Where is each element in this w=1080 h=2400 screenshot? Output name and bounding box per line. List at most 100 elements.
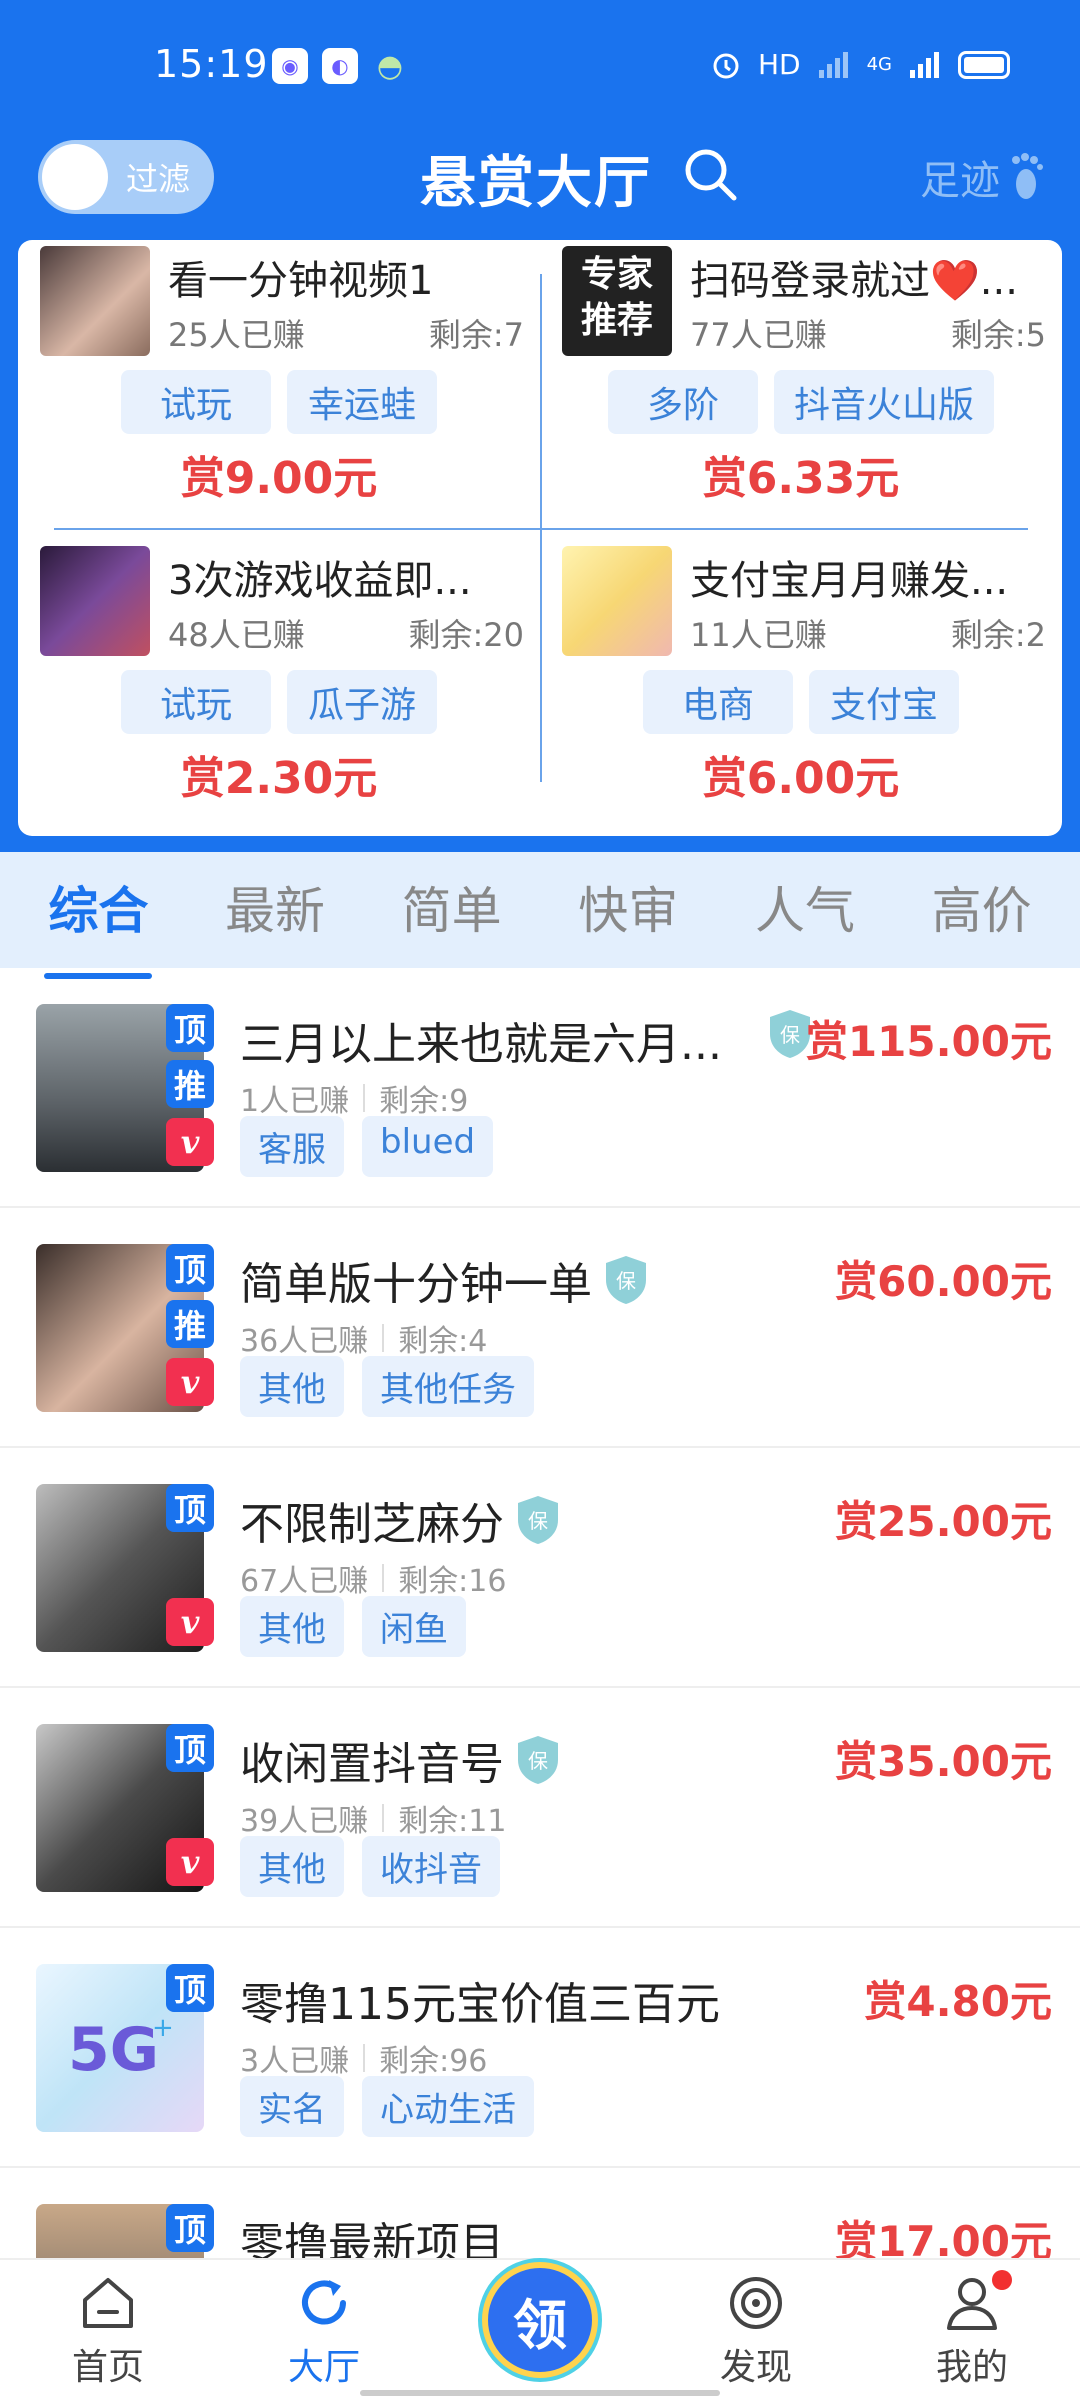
remaining-count: 剩余:20 (408, 616, 524, 654)
remaining-count: 剩余:9 (379, 1084, 469, 1119)
task-meta: 39人已赚 剩余:11 (240, 1796, 506, 1840)
task-title: 三月以上来也就是六月... (240, 1019, 722, 1070)
sort-tabs: 综合 最新 简单 快审 人气 高价 (0, 852, 1080, 979)
task-title-row: 三月以上来也就是六月... (240, 1008, 722, 1072)
nav-hall[interactable]: 大厅 (254, 2260, 394, 2400)
recommend-item[interactable]: 看一分钟视频1 25人已赚 剩余:7 试玩 幸运蛙 赏9.00元 (18, 240, 540, 536)
recommend-title: 看一分钟视频1 (168, 258, 434, 304)
tag: 其他 (240, 1836, 344, 1897)
tab-simple[interactable]: 简单 (402, 871, 502, 949)
nav-discover[interactable]: 发现 (686, 2260, 826, 2400)
task-title-row: 零撸115元宝价值三百元 (240, 1968, 720, 2032)
nav-mine-label: 我的 (935, 2347, 1008, 2388)
tag: 多阶 (607, 370, 758, 434)
task-row[interactable]: 顶 推 v 简单版十分钟一单 保 36人已赚 剩余:4 其他 其他任务 赏60.… (0, 1208, 1080, 1448)
top-badge: 顶 (166, 1724, 214, 1772)
footprint-icon (1012, 153, 1043, 199)
task-title: 零撸最新项目 (240, 2219, 504, 2258)
tag: 客服 (240, 1116, 344, 1177)
meta-separator (382, 1564, 385, 1592)
page-title: 悬赏大厅 (420, 151, 652, 216)
nav-discover-label: 发现 (719, 2347, 792, 2388)
home-indicator (360, 2390, 720, 2396)
claim-button[interactable]: 领 (482, 2262, 598, 2378)
task-thumbnail (40, 546, 150, 656)
task-row[interactable]: 顶 零撸最新项目 赏17.00元 (0, 2168, 1080, 2258)
tag: 支付宝 (809, 670, 959, 734)
tab-newest[interactable]: 最新 (225, 871, 325, 949)
tag: 实名 (240, 2076, 344, 2137)
tag: 试玩 (121, 670, 271, 734)
recommend-item[interactable]: 3次游戏收益即... 48人已赚 剩余:20 试玩 瓜子游 赏2.30元 (18, 540, 540, 836)
footprint-label: 足迹 (920, 158, 1000, 204)
task-row[interactable]: 顶 v 收闲置抖音号 保 39人已赚 剩余:11 其他 收抖音 赏35.00元 (0, 1688, 1080, 1928)
nav-home-label: 首页 (71, 2347, 144, 2388)
earned-count: 25人已赚 (168, 316, 305, 354)
earned-count: 1人已赚 (240, 1084, 350, 1119)
earned-count: 77人已赚 (690, 316, 827, 354)
tab-comprehensive[interactable]: 综合 (44, 871, 153, 979)
status-notification-icons: ◉ ◐ ◓ (272, 48, 408, 84)
reward-amount: 赏25.00元 (835, 1497, 1052, 1546)
reward-amount: 赏6.00元 (702, 753, 900, 804)
status-bar: 15:19 ◉ ◐ ◓ HD 4G (0, 0, 1080, 136)
tab-fast-review[interactable]: 快审 (578, 871, 678, 949)
footprint-button[interactable]: 足迹 (920, 148, 1046, 206)
task-title: 零撸115元宝价值三百元 (240, 1979, 720, 2030)
remaining-count: 剩余:7 (428, 316, 524, 354)
hd-indicator: HD (757, 48, 801, 81)
top-toolbar: 过滤 悬赏大厅 足迹 (0, 136, 1080, 236)
reward-amount: 赏60.00元 (835, 1257, 1052, 1306)
earned-count: 48人已赚 (168, 616, 305, 654)
tag: 幸运蛙 (287, 370, 437, 434)
task-thumbnail (562, 546, 672, 656)
top-badge: 顶 (166, 1484, 214, 1532)
search-icon[interactable] (680, 144, 740, 204)
refresh-icon (302, 2280, 346, 2325)
tag: 抖音火山版 (773, 370, 994, 434)
task-meta: 67人已赚 剩余:16 (240, 1556, 506, 1600)
remaining-count: 剩余:5 (950, 316, 1046, 354)
task-title: 不限制芝麻分 (240, 1499, 504, 1550)
recommend-title: 3次游戏收益即... (168, 558, 472, 604)
reward-amount: 赏115.00元 (805, 1017, 1052, 1066)
reward-amount: 赏35.00元 (835, 1737, 1052, 1786)
reward-amount: 赏17.00元 (835, 2217, 1052, 2258)
task-title-row: 简单版十分钟一单 保 (240, 1248, 650, 1312)
remaining-count: 剩余:11 (398, 1804, 507, 1839)
recommend-item[interactable]: 支付宝月月赚发... 11人已赚 剩余:2 电商 支付宝 赏6.00元 (540, 540, 1062, 836)
reward-amount: 赏6.33元 (702, 453, 900, 504)
vip-badge: v (166, 1598, 214, 1646)
recommend-card: 看一分钟视频1 25人已赚 剩余:7 试玩 幸运蛙 赏9.00元 专家推荐 扫码… (18, 240, 1062, 836)
earned-count: 36人已赚 (240, 1324, 369, 1359)
status-time: 15:19 (154, 42, 269, 86)
5g-logo-image: 5G+ (68, 2013, 174, 2085)
task-row[interactable]: 顶 v 不限制芝麻分 保 67人已赚 剩余:16 其他 闲鱼 赏25.00元 (0, 1448, 1080, 1688)
recommend-badge: 推 (166, 1300, 214, 1348)
toggle-knob (42, 144, 108, 210)
tag: 电商 (643, 670, 793, 734)
recommend-item[interactable]: 专家推荐 扫码登录就过❤️... 77人已赚 剩余:5 多阶 抖音火山版 赏6.… (540, 240, 1062, 536)
vip-badge: v (166, 1118, 214, 1166)
guarantee-shield-icon: 保 (518, 1736, 558, 1784)
top-badge: 顶 (166, 2204, 214, 2252)
tag: 其他 (240, 1596, 344, 1657)
tag: 其他 (240, 1356, 344, 1417)
filter-toggle[interactable]: 过滤 (38, 140, 214, 214)
task-title-row: 零撸最新项目 (240, 2208, 504, 2258)
reward-amount: 赏9.00元 (180, 453, 378, 504)
nav-home[interactable]: 首页 (38, 2260, 178, 2400)
tab-high-price[interactable]: 高价 (932, 871, 1032, 949)
top-badge: 顶 (166, 1964, 214, 2012)
task-row[interactable]: 5G + 顶 零撸115元宝价值三百元 3人已赚 剩余:96 实名 心动生活 赏4… (0, 1928, 1080, 2168)
tab-popular[interactable]: 人气 (755, 871, 855, 949)
task-title: 收闲置抖音号 (240, 1739, 504, 1790)
signal-icon-sim2 (910, 51, 939, 78)
top-badge: 顶 (166, 1004, 214, 1052)
task-title: 简单版十分钟一单 (240, 1259, 592, 1310)
nav-mine[interactable]: 我的 (902, 2260, 1042, 2400)
recommend-title: 支付宝月月赚发... (690, 558, 1009, 604)
tag: 收抖音 (362, 1836, 500, 1897)
task-row[interactable]: 顶 推 v 三月以上来也就是六月... 保 1人已赚 剩余:9 客服 blued… (0, 968, 1080, 1208)
guarantee-label: 保 (528, 1509, 548, 1533)
